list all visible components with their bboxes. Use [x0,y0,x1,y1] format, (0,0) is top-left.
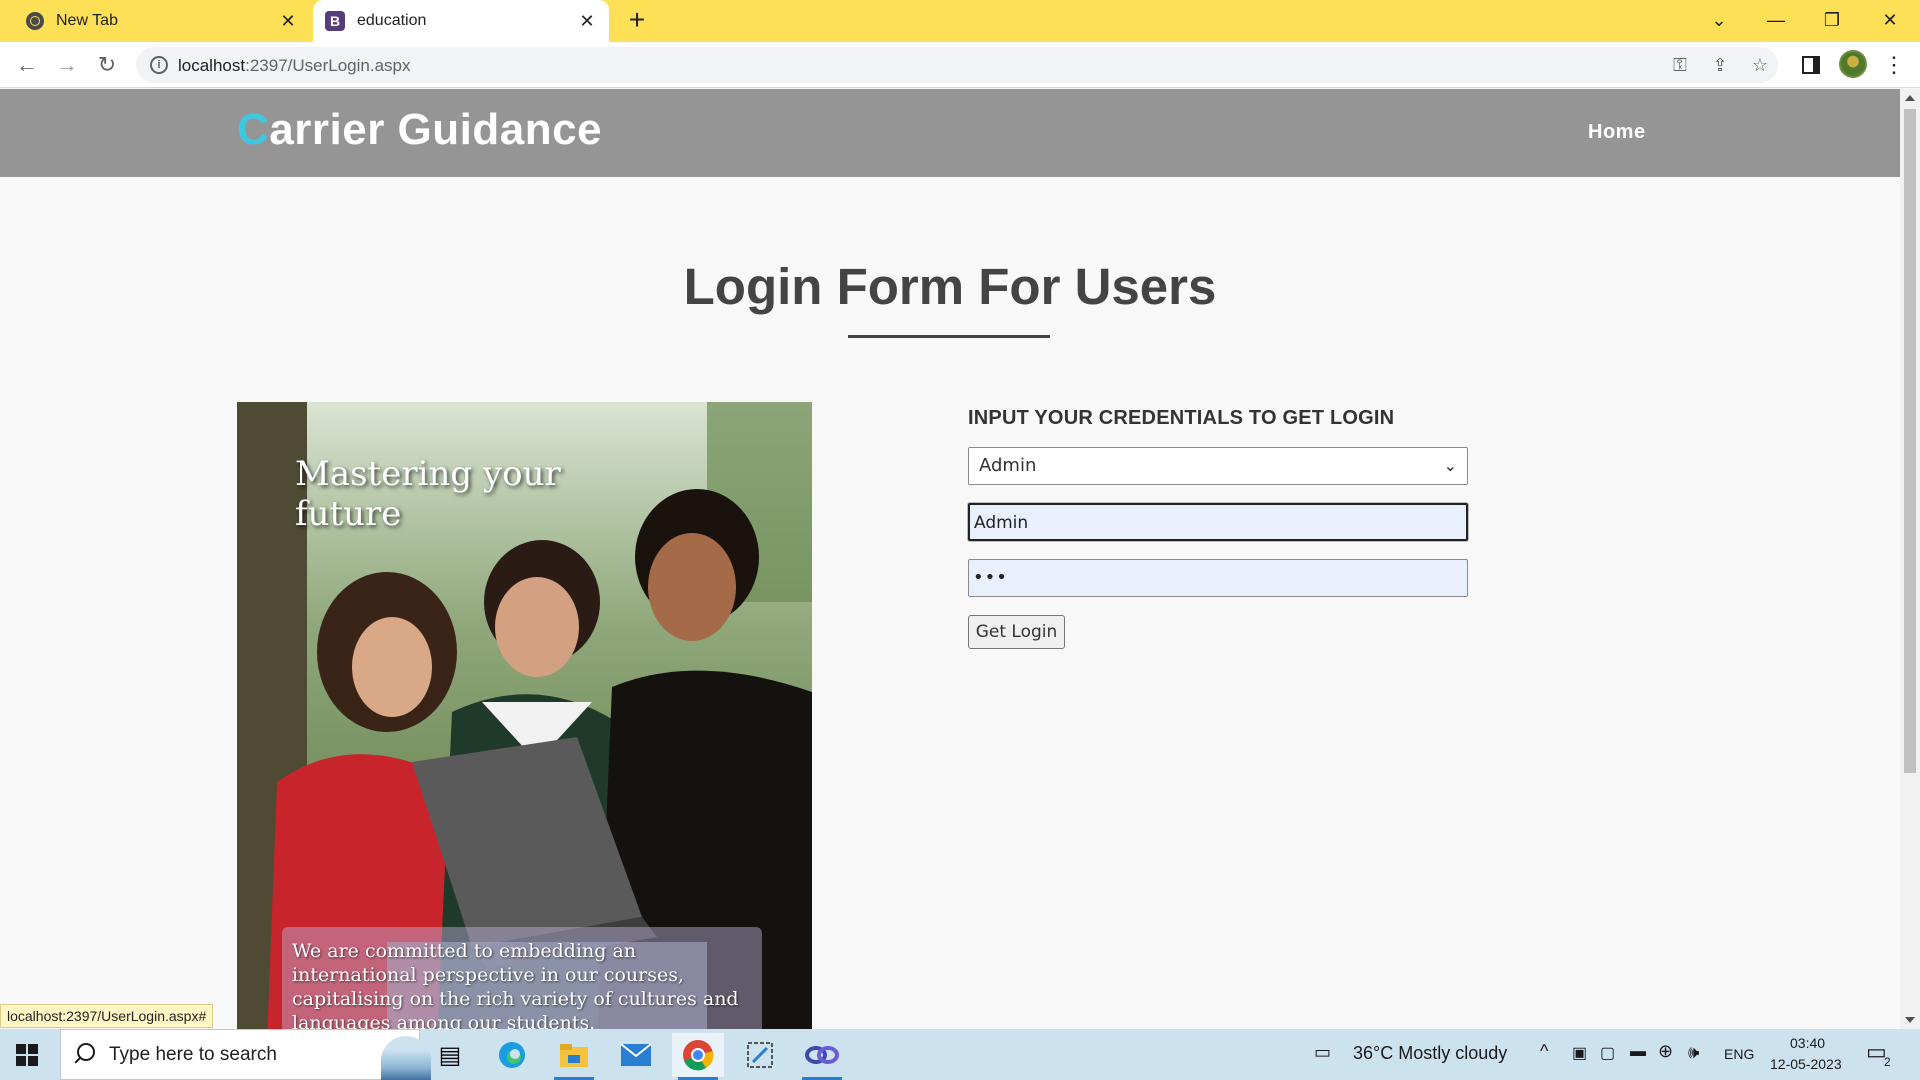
get-login-button[interactable]: Get Login [968,615,1065,649]
more-menu-icon[interactable]: ⋮ [1882,50,1906,80]
mail-icon[interactable] [610,1033,662,1077]
user-role-select[interactable]: Admin ⌄ [968,447,1468,485]
snipping-tool-icon[interactable] [734,1033,786,1077]
hero-headline: Mastering your future [295,454,561,534]
status-bar-url: localhost:2397/UserLogin.aspx# [0,1004,214,1028]
username-input[interactable]: Admin [968,503,1468,541]
hero-image: Mastering your future We are committed t… [237,402,812,1029]
close-window-button[interactable]: ✕ [1866,0,1914,40]
reload-icon[interactable]: ↻ [92,50,122,80]
chrome-icon [26,12,44,30]
form-heading: INPUT YOUR CREDENTIALS TO GET LOGIN [968,407,1395,429]
role-selected-value: Admin [979,455,1037,476]
scroll-down-arrow-icon[interactable] [1905,1017,1915,1023]
scroll-up-arrow-icon[interactable] [1905,95,1915,101]
browser-tab-strip: New Tab ✕ B education ✕ + ⌄ — ❐ ✕ [0,0,1920,42]
browser-toolbar: ← → ↻ i localhost:2397/UserLogin.aspx ⚿ … [0,42,1920,88]
visual-studio-icon[interactable] [796,1033,848,1080]
nav-link-home[interactable]: Home [1588,121,1646,144]
profile-avatar[interactable] [1839,50,1867,78]
tab-new-tab[interactable]: New Tab ✕ [10,0,310,42]
bootstrap-icon: B [325,11,345,31]
url-text[interactable]: localhost:2397/UserLogin.aspx [178,56,411,76]
bookmark-star-icon[interactable]: ☆ [1748,53,1772,77]
taskbar-search-box[interactable]: Type here to search [60,1029,431,1080]
back-arrow-icon[interactable]: ← [12,50,42,80]
site-info-icon[interactable]: i [150,56,168,74]
clock-time[interactable]: 03:40 [1790,1035,1825,1051]
chevron-down-icon: ⌄ [1443,456,1457,475]
file-explorer-icon[interactable] [548,1033,600,1080]
windows-start-icon[interactable] [16,1044,38,1066]
share-icon[interactable]: ⇪ [1708,53,1732,77]
clock-date[interactable]: 12-05-2023 [1770,1056,1842,1072]
search-placeholder: Type here to search [109,1044,277,1065]
forward-arrow-icon[interactable]: → [52,50,82,80]
edge-icon[interactable] [486,1033,538,1077]
page-scrollbar[interactable] [1900,89,1920,1029]
windows-taskbar: Type here to search ▤ ▭ 36°C Mostly clou… [0,1029,1920,1080]
volume-icon[interactable]: 🕪 [1688,1042,1699,1063]
tab-education[interactable]: B education ✕ [313,0,609,42]
key-icon[interactable]: ⚿ [1668,53,1692,77]
weather-icon[interactable]: ▭ [1314,1042,1331,1063]
page-viewport: Carrier Guidance Home Login Form For Use… [0,89,1900,1029]
chrome-taskbar-icon[interactable] [672,1033,724,1080]
display-icon[interactable]: ▢ [1600,1043,1615,1063]
new-tab-button[interactable]: + [622,6,652,36]
weather-text[interactable]: 36°C Mostly cloudy [1353,1043,1507,1064]
language-indicator[interactable]: ENG [1724,1046,1754,1062]
scrollbar-thumb[interactable] [1904,109,1916,773]
page-title: Login Form For Users [683,258,1217,315]
password-mask: ••• [973,567,1008,588]
restore-button[interactable]: ❐ [1808,0,1856,40]
tab-search-chevron-icon[interactable]: ⌄ [1695,0,1743,40]
close-icon[interactable]: ✕ [577,11,597,31]
battery-icon[interactable]: ▬ [1630,1043,1646,1061]
address-bar[interactable]: i localhost:2397/UserLogin.aspx ⚿ ⇪ ☆ [136,47,1778,83]
tab-title: New Tab [56,12,118,29]
title-divider [848,335,1050,338]
site-brand[interactable]: Carrier Guidance [237,105,602,155]
hero-caption: We are committed to embedding an interna… [282,927,762,1029]
password-input[interactable]: ••• [968,559,1468,597]
tab-title: education [357,12,427,29]
side-panel-icon[interactable] [1802,56,1820,74]
close-icon[interactable]: ✕ [278,11,298,31]
minimize-button[interactable]: — [1752,0,1800,40]
chevron-up-icon[interactable]: ^ [1540,1041,1548,1062]
task-view-icon[interactable]: ▤ [424,1033,476,1077]
site-navbar: Carrier Guidance Home [0,89,1900,177]
notification-count: 2 [1884,1055,1891,1069]
meet-now-icon[interactable]: ▣ [1572,1043,1587,1063]
network-globe-icon[interactable]: ⊕ [1658,1041,1673,1062]
search-icon [77,1043,95,1061]
